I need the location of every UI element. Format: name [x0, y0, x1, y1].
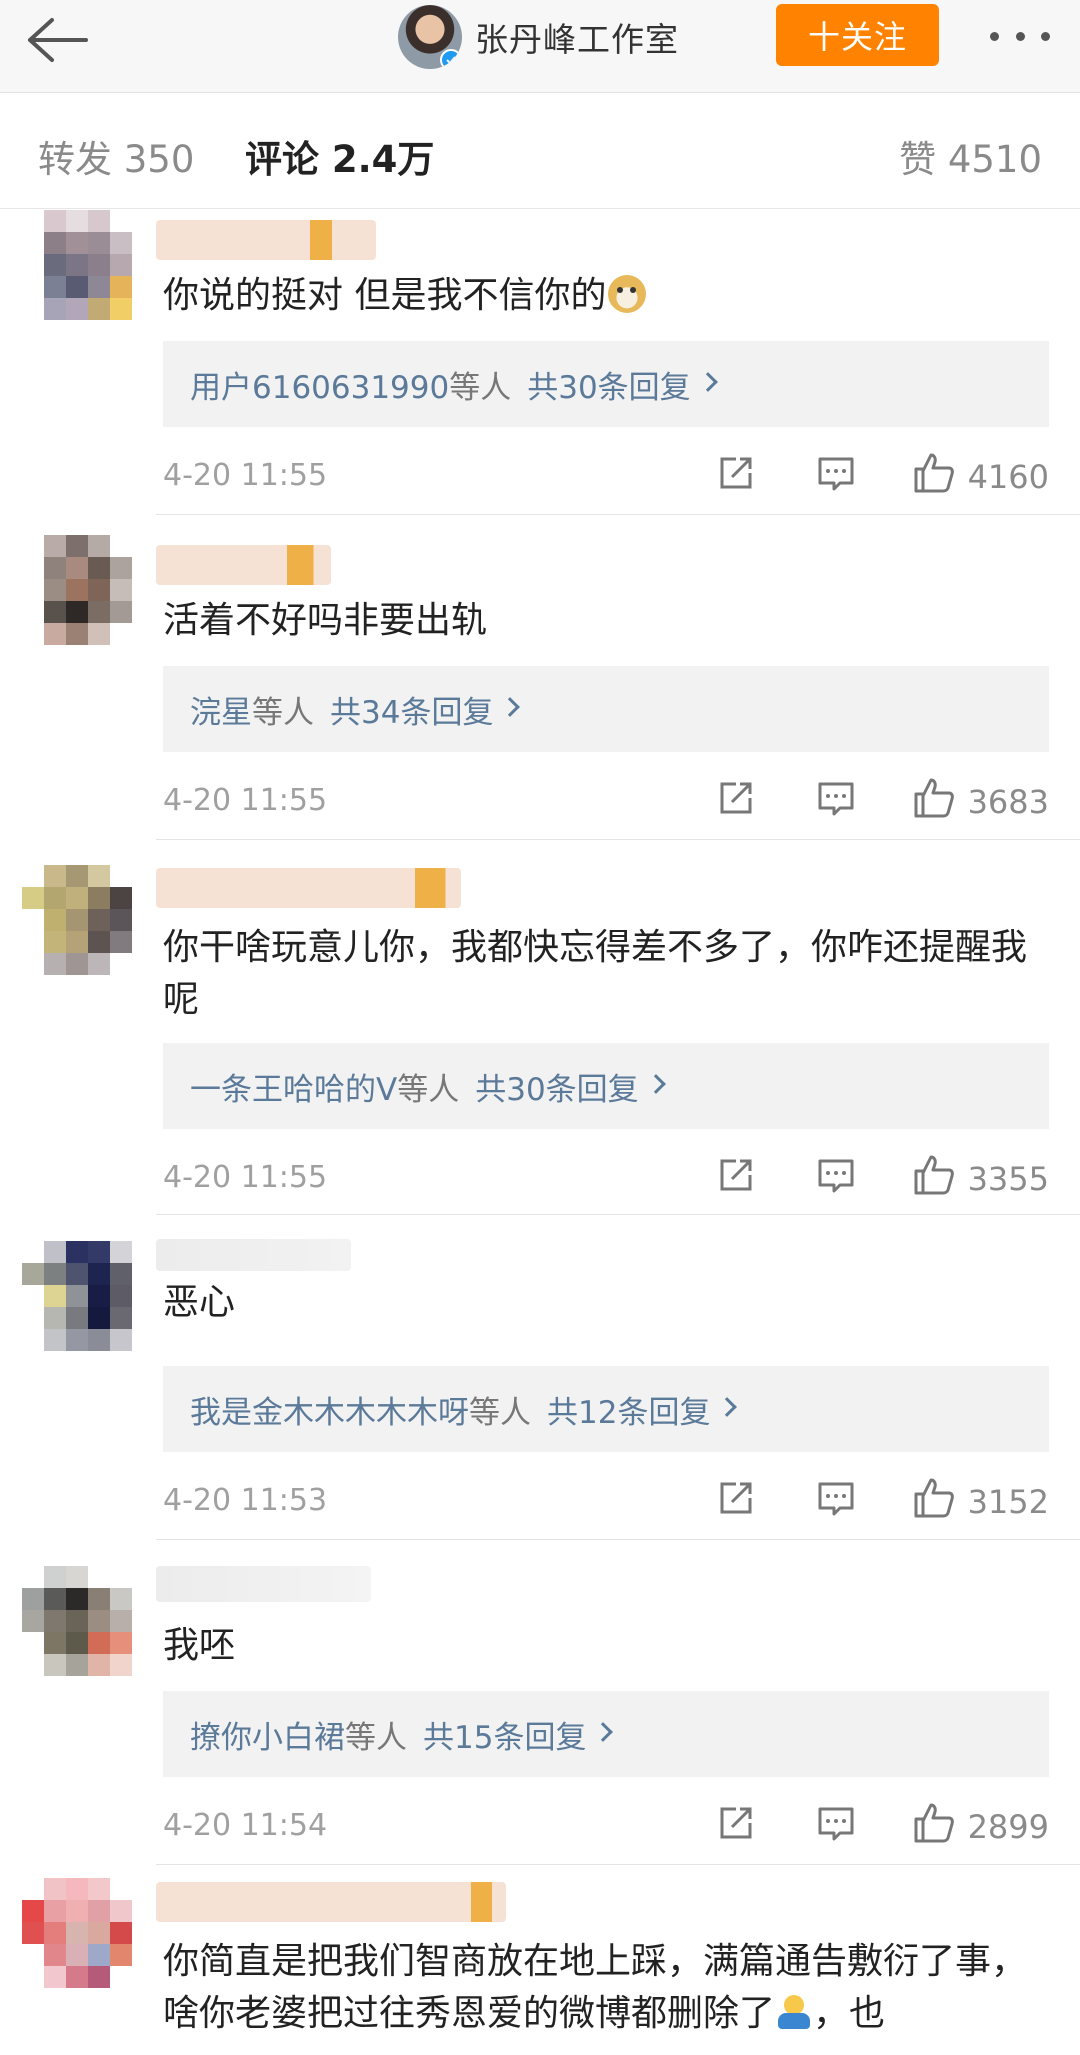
doge-emoji-icon — [608, 275, 647, 313]
username-blurred[interactable] — [156, 1566, 371, 1602]
comment-text: 恶心 — [163, 1282, 236, 1323]
comment-text: 活着不好吗非要出轨 — [163, 600, 488, 641]
comment-item: 活着不好吗非要出轨 浣星 等人 共34条回复 4-20 11:55 3683 — [0, 535, 1080, 840]
tab-repost[interactable]: 转发 350 — [38, 129, 194, 183]
reply-suffix: 等人 — [449, 369, 512, 406]
comment-text: 你简直是把我们智商放在地上踩，满篇通告敷衍了事，啥你老婆把过往秀恩爱的微博都删除… — [163, 1941, 1028, 2034]
like-thumb-icon[interactable] — [911, 450, 957, 496]
account-avatar[interactable] — [398, 5, 462, 69]
username-blurred[interactable] — [156, 1882, 506, 1922]
reply-suffix: 等人 — [397, 1071, 460, 1108]
comment-item: 你说的挺对 但是我不信你的 用户6160631990 等人 共30条回复 4-20 … — [0, 210, 1080, 515]
comment-text: 我呸 — [163, 1625, 236, 1666]
username-blurred[interactable] — [156, 545, 331, 585]
comment-meta: 4-20 11:54 2899 — [163, 1800, 1049, 1850]
comment-text: 你干啥玩意儿你，我都快忘得差不多了，你咋还提醒我呢 — [163, 927, 1028, 1020]
verified-badge-icon — [440, 49, 462, 69]
chevron-right-icon — [697, 372, 718, 392]
reply-summary[interactable]: 撩你小白裙 等人 共15条回复 — [163, 1691, 1049, 1777]
like-count: 3355 — [967, 1160, 1049, 1198]
reply-users[interactable]: 一条王哈哈的V — [190, 1064, 397, 1109]
reply-users[interactable]: 浣星 — [190, 687, 252, 732]
reply-users[interactable]: 撩你小白裙 — [190, 1712, 345, 1757]
avatar[interactable] — [22, 1878, 132, 1988]
comment-time: 4-20 11:55 — [163, 1160, 328, 1195]
reply-count[interactable]: 共30条回复 — [475, 1064, 638, 1109]
like-count: 3152 — [967, 1483, 1049, 1521]
comment-item: 你干啥玩意儿你，我都快忘得差不多了，你咋还提醒我呢 一条王哈哈的V 等人 共30条回… — [0, 860, 1080, 1215]
reply-suffix: 等人 — [345, 1719, 407, 1756]
reply-users[interactable]: 用户6160631990 — [190, 362, 449, 407]
reply-count[interactable]: 共15条回复 — [423, 1712, 586, 1757]
divider — [156, 514, 1080, 515]
reply-summary[interactable]: 用户6160631990 等人 共30条回复 — [163, 341, 1049, 427]
divider — [156, 1539, 1080, 1540]
comment-time: 4-20 11:55 — [163, 458, 328, 493]
comment-time: 4-20 11:55 — [163, 783, 328, 818]
comment-meta: 4-20 11:55 4160 — [163, 450, 1049, 500]
comment-item: 恶心 我是金木木木木木呀 等人 共12条回复 4-20 11:53 3152 — [0, 1235, 1080, 1540]
avatar[interactable] — [22, 1241, 132, 1351]
comment-time: 4-20 11:54 — [163, 1808, 328, 1843]
like-thumb-icon[interactable] — [911, 1800, 957, 1846]
comment-text: 你说的挺对 但是我不信你的 — [163, 270, 1043, 322]
account-name[interactable]: 张丹峰工作室 — [475, 13, 679, 61]
avatar[interactable] — [22, 1566, 132, 1676]
comment-meta: 4-20 11:55 3355 — [163, 1152, 1049, 1202]
comment-meta: 4-20 11:53 3152 — [163, 1475, 1049, 1525]
reply-count[interactable]: 共30条回复 — [527, 362, 690, 407]
reply-count[interactable]: 共12条回复 — [547, 1387, 710, 1432]
username-blurred[interactable] — [156, 868, 461, 908]
chevron-right-icon — [645, 1074, 666, 1094]
avatar[interactable] — [22, 535, 132, 645]
comment-time: 4-20 11:53 — [163, 1483, 328, 1518]
divider — [156, 1214, 1080, 1215]
more-dots-icon[interactable] — [990, 18, 1050, 54]
share-icon[interactable] — [713, 775, 759, 821]
top-nav-bar: 张丹峰工作室 十关注 — [0, 0, 1080, 93]
username-blurred[interactable] — [156, 220, 376, 260]
comment-icon[interactable] — [813, 450, 859, 496]
share-icon[interactable] — [713, 1152, 759, 1198]
divider — [156, 1864, 1080, 1865]
comment-icon[interactable] — [813, 1475, 859, 1521]
reply-summary[interactable]: 浣星 等人 共34条回复 — [163, 666, 1049, 752]
tab-bar: 转发 350 评论 2.4万 赞 4510 — [0, 93, 1080, 209]
share-icon[interactable] — [713, 450, 759, 496]
account-header[interactable]: 张丹峰工作室 — [398, 4, 679, 70]
like-thumb-icon[interactable] — [911, 775, 957, 821]
share-icon[interactable] — [713, 1800, 759, 1846]
avatar[interactable] — [22, 210, 132, 320]
reply-suffix: 等人 — [469, 1394, 531, 1431]
tab-comments[interactable]: 评论 2.4万 — [245, 129, 434, 183]
comment-icon[interactable] — [813, 775, 859, 821]
follow-button[interactable]: 十关注 — [776, 4, 939, 66]
like-thumb-icon[interactable] — [911, 1475, 957, 1521]
reply-summary[interactable]: 一条王哈哈的V 等人 共30条回复 — [163, 1043, 1049, 1129]
share-icon[interactable] — [713, 1475, 759, 1521]
reply-count[interactable]: 共34条回复 — [330, 687, 493, 732]
comment-item: 你简直是把我们智商放在地上踩，满篇通告敷衍了事，啥你老婆把过往秀恩爱的微博都删除… — [0, 1876, 1080, 2055]
divider — [156, 839, 1080, 840]
avatar[interactable] — [22, 865, 132, 975]
tab-likes[interactable]: 赞 4510 — [899, 129, 1042, 183]
chevron-right-icon — [500, 697, 521, 717]
shrug-emoji-icon — [775, 1993, 813, 2031]
comment-item: 我呸 撩你小白裙 等人 共15条回复 4-20 11:54 2899 — [0, 1560, 1080, 1865]
reply-users[interactable]: 我是金木木木木木呀 — [190, 1387, 469, 1432]
comment-icon[interactable] — [813, 1800, 859, 1846]
chevron-right-icon — [717, 1397, 738, 1417]
chevron-right-icon — [593, 1722, 614, 1742]
like-count: 3683 — [967, 783, 1049, 821]
username-blurred[interactable] — [156, 1239, 351, 1271]
reply-suffix: 等人 — [252, 694, 314, 731]
like-count: 4160 — [967, 458, 1049, 496]
back-button[interactable] — [20, 10, 94, 70]
like-thumb-icon[interactable] — [911, 1152, 957, 1198]
arrow-left-icon — [28, 18, 88, 62]
like-count: 2899 — [967, 1808, 1049, 1846]
comment-icon[interactable] — [813, 1152, 859, 1198]
comment-meta: 4-20 11:55 3683 — [163, 775, 1049, 825]
reply-summary[interactable]: 我是金木木木木木呀 等人 共12条回复 — [163, 1366, 1049, 1452]
